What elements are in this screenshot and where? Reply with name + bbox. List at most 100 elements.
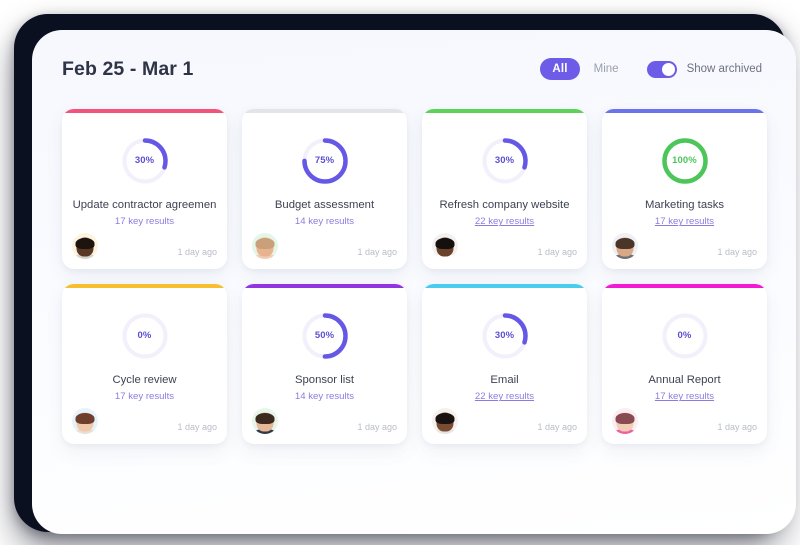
- card-footer: 1 day ago: [432, 227, 577, 259]
- objective-card[interactable]: 30% Update contractor agreemen 17 key resu…: [62, 109, 227, 269]
- card-footer: 1 day ago: [72, 227, 217, 259]
- app-screen: Feb 25 - Mar 1 All Mine Show archived 30…: [32, 30, 796, 534]
- avatar[interactable]: [72, 408, 98, 434]
- progress-ring: 0%: [661, 312, 709, 360]
- progress-ring: 75%: [301, 137, 349, 185]
- avatar[interactable]: [252, 233, 278, 259]
- card-key-results-link[interactable]: 17 key results: [72, 391, 217, 402]
- card-timestamp: 1 day ago: [357, 247, 397, 257]
- card-footer: 1 day ago: [612, 402, 757, 434]
- card-timestamp: 1 day ago: [537, 247, 577, 257]
- avatar[interactable]: [612, 233, 638, 259]
- card-title: Update contractor agreemen: [72, 198, 217, 211]
- card-key-results-link[interactable]: 14 key results: [252, 391, 397, 402]
- card-footer: 1 day ago: [612, 227, 757, 259]
- avatar-hair-icon: [255, 412, 275, 424]
- objectives-grid: 30% Update contractor agreemen 17 key resu…: [62, 109, 774, 444]
- progress-ring-zone: 100%: [612, 135, 757, 187]
- progress-ring-zone: 30%: [432, 310, 577, 362]
- filter-all-button[interactable]: All: [540, 58, 580, 80]
- objective-card[interactable]: 30% Refresh company website 22 key results…: [422, 109, 587, 269]
- avatar-hair-icon: [435, 412, 455, 424]
- progress-ring: 100%: [661, 137, 709, 185]
- card-footer: 1 day ago: [252, 402, 397, 434]
- show-archived-toggle[interactable]: [646, 60, 677, 78]
- card-key-results-link[interactable]: 22 key results: [432, 216, 577, 227]
- card-title: Budget assessment: [274, 198, 375, 211]
- card-accent-bar: [242, 109, 407, 113]
- progress-ring: 0%: [121, 312, 169, 360]
- progress-percent-label: 30%: [134, 155, 155, 167]
- card-title: Refresh company website: [439, 198, 570, 211]
- card-accent-bar: [62, 284, 227, 288]
- card-footer: 1 day ago: [432, 402, 577, 434]
- progress-ring-zone: 75%: [252, 135, 397, 187]
- progress-ring: 30%: [481, 137, 529, 185]
- progress-ring-zone: 0%: [72, 310, 217, 362]
- progress-percent-label: 30%: [494, 155, 515, 167]
- avatar[interactable]: [72, 233, 98, 259]
- page-header: Feb 25 - Mar 1 All Mine Show archived: [32, 30, 796, 108]
- progress-ring-zone: 30%: [72, 135, 217, 187]
- progress-ring-zone: 50%: [252, 310, 397, 362]
- objective-card[interactable]: 30% Email 22 key results 1 day ago: [422, 284, 587, 444]
- progress-ring-zone: 0%: [612, 310, 757, 362]
- objective-card[interactable]: 50% Sponsor list 14 key results 1 day ago: [242, 284, 407, 444]
- card-key-results-link[interactable]: 17 key results: [612, 391, 757, 402]
- card-timestamp: 1 day ago: [177, 247, 217, 257]
- card-timestamp: 1 day ago: [177, 422, 217, 432]
- progress-percent-label: 100%: [672, 155, 697, 167]
- avatar[interactable]: [432, 408, 458, 434]
- show-archived-label: Show archived: [686, 63, 762, 75]
- card-footer: 1 day ago: [72, 402, 217, 434]
- avatar-hair-icon: [255, 237, 275, 249]
- show-archived-control[interactable]: Show archived: [646, 60, 762, 78]
- avatar-hair-icon: [615, 237, 635, 249]
- card-title: Marketing tasks: [644, 198, 725, 211]
- avatar[interactable]: [432, 233, 458, 259]
- progress-percent-label: 50%: [314, 330, 335, 342]
- objective-card[interactable]: 100% Marketing tasks 17 key results 1 day a…: [602, 109, 767, 269]
- card-footer: 1 day ago: [252, 227, 397, 259]
- progress-ring: 50%: [301, 312, 349, 360]
- toggle-knob-icon: [661, 62, 675, 76]
- card-timestamp: 1 day ago: [537, 422, 577, 432]
- card-timestamp: 1 day ago: [717, 422, 757, 432]
- avatar-hair-icon: [75, 412, 95, 424]
- card-key-results-link[interactable]: 17 key results: [612, 216, 757, 227]
- card-accent-bar: [422, 109, 587, 113]
- page-title: Feb 25 - Mar 1: [62, 57, 194, 80]
- avatar[interactable]: [612, 408, 638, 434]
- card-title: Email: [490, 373, 519, 386]
- progress-ring-zone: 30%: [432, 135, 577, 187]
- progress-ring: 30%: [481, 312, 529, 360]
- device-bezel: Feb 25 - Mar 1 All Mine Show archived 30…: [14, 14, 796, 534]
- card-timestamp: 1 day ago: [357, 422, 397, 432]
- card-key-results-link[interactable]: 17 key results: [72, 216, 217, 227]
- progress-ring: 30%: [121, 137, 169, 185]
- card-title: Sponsor list: [294, 373, 355, 386]
- objective-card[interactable]: 0% Cycle review 17 key results 1 day ago: [62, 284, 227, 444]
- header-controls: All Mine Show archived: [540, 58, 762, 80]
- card-accent-bar: [422, 284, 587, 288]
- card-title: Annual Report: [648, 373, 721, 386]
- card-timestamp: 1 day ago: [717, 247, 757, 257]
- card-accent-bar: [602, 109, 767, 113]
- avatar[interactable]: [252, 408, 278, 434]
- objective-card[interactable]: 75% Budget assessment 14 key results 1 day …: [242, 109, 407, 269]
- filter-mine-button[interactable]: Mine: [594, 63, 619, 75]
- progress-percent-label: 75%: [314, 155, 335, 167]
- card-title: Cycle review: [112, 373, 177, 386]
- avatar-hair-icon: [75, 237, 95, 249]
- card-accent-bar: [242, 284, 407, 288]
- progress-percent-label: 0%: [677, 330, 692, 342]
- avatar-hair-icon: [435, 237, 455, 249]
- card-accent-bar: [62, 109, 227, 113]
- card-accent-bar: [602, 284, 767, 288]
- progress-percent-label: 30%: [494, 330, 515, 342]
- avatar-hair-icon: [615, 412, 635, 424]
- objective-card[interactable]: 0% Annual Report 17 key results 1 day ago: [602, 284, 767, 444]
- progress-percent-label: 0%: [137, 330, 152, 342]
- card-key-results-link[interactable]: 22 key results: [432, 391, 577, 402]
- card-key-results-link[interactable]: 14 key results: [252, 216, 397, 227]
